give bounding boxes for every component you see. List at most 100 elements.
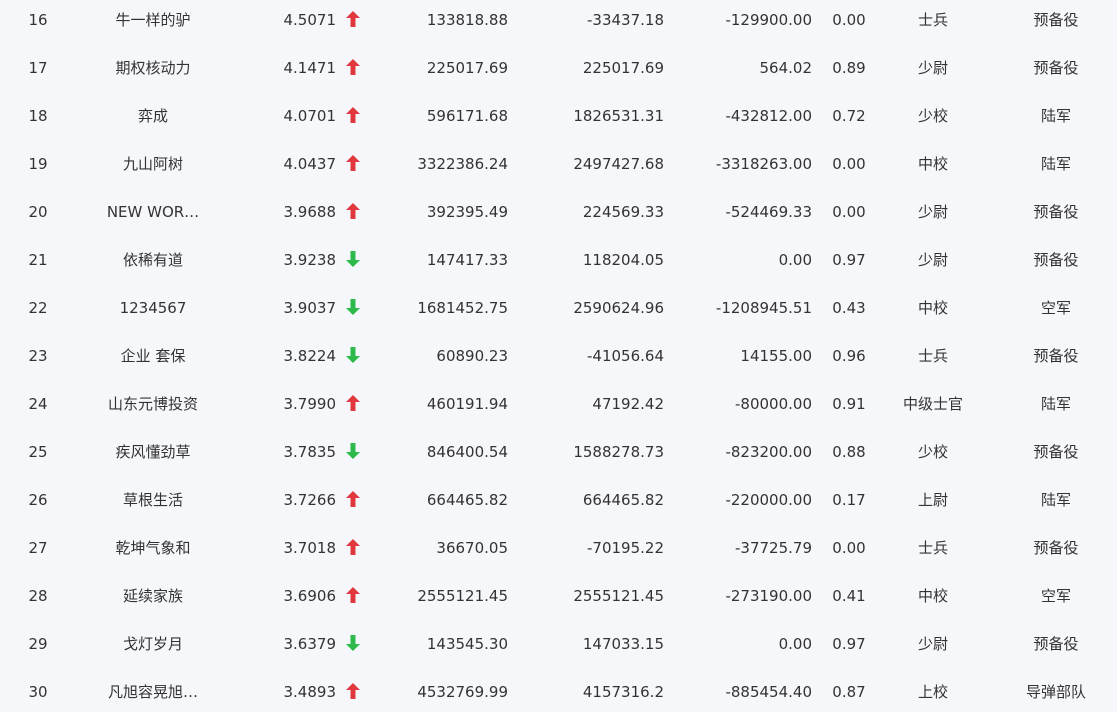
military-rank: 士兵 bbox=[917, 539, 948, 557]
value-2: 664465.82 bbox=[582, 491, 664, 509]
trend-indicator bbox=[342, 144, 364, 192]
ratio-value: 0.00 bbox=[832, 155, 866, 173]
table-row[interactable]: 26 草根生活 3.7266 664465.82 664465.82 -220000.00… bbox=[0, 480, 1117, 528]
rank-cell: 22 bbox=[28, 299, 48, 317]
value-1: 3322386.24 bbox=[417, 155, 508, 173]
branch-name: 预备役 bbox=[1033, 443, 1079, 461]
military-rank: 少尉 bbox=[917, 635, 948, 653]
value-3: 0.00 bbox=[778, 635, 812, 653]
trader-name: 凡旭容晃旭… bbox=[107, 683, 198, 701]
military-rank: 中级士官 bbox=[902, 395, 963, 413]
value-3: -80000.00 bbox=[735, 395, 812, 413]
arrow-down-icon bbox=[346, 634, 360, 651]
table-row[interactable]: 17 期权核动力 4.1471 225017.69 225017.69 564.02 0.8… bbox=[0, 48, 1117, 96]
arrow-up-icon bbox=[346, 202, 360, 219]
value-3: -3318263.00 bbox=[715, 155, 812, 173]
value-2: -70195.22 bbox=[587, 539, 664, 557]
table-row[interactable]: 18 弈成 4.0701 596171.68 1826531.31 -432812.00 0… bbox=[0, 96, 1117, 144]
table-row[interactable]: 23 企业 套保 3.8224 60890.23 -41056.64 14155.00 0.… bbox=[0, 336, 1117, 384]
value-3: -273190.00 bbox=[725, 587, 812, 605]
branch-name: 预备役 bbox=[1033, 11, 1079, 29]
trend-indicator bbox=[342, 672, 364, 712]
rank-cell: 17 bbox=[28, 59, 48, 77]
score-value: 3.7266 bbox=[283, 491, 337, 509]
arrow-down-icon bbox=[346, 298, 360, 315]
rank-cell: 26 bbox=[28, 491, 48, 509]
ratio-value: 0.89 bbox=[832, 59, 866, 77]
arrow-up-icon bbox=[346, 394, 360, 411]
table-row[interactable]: 24 山东元博投资 3.7990 460191.94 47192.42 -80000.00… bbox=[0, 384, 1117, 432]
table-row[interactable]: 19 九山阿树 4.0437 3322386.24 2497427.68 -3318263… bbox=[0, 144, 1117, 192]
ratio-value: 0.87 bbox=[832, 683, 866, 701]
value-1: 2555121.45 bbox=[417, 587, 508, 605]
rank-cell: 16 bbox=[28, 11, 48, 29]
table-row[interactable]: 30 凡旭容晃旭… 3.4893 4532769.99 4157316.2 -885454… bbox=[0, 672, 1117, 712]
table-row[interactable]: 28 延续家族 3.6906 2555121.45 2555121.45 -273190.… bbox=[0, 576, 1117, 624]
military-rank: 中校 bbox=[917, 587, 948, 605]
value-2: -33437.18 bbox=[587, 11, 664, 29]
value-1: 147417.33 bbox=[426, 251, 508, 269]
arrow-down-icon bbox=[346, 442, 360, 459]
trader-name: 疾风懂劲草 bbox=[115, 443, 191, 461]
score-value: 4.0701 bbox=[283, 107, 337, 125]
score-value: 3.9238 bbox=[283, 251, 337, 269]
score-value: 3.9037 bbox=[283, 299, 337, 317]
score-value: 3.6379 bbox=[283, 635, 337, 653]
rank-cell: 23 bbox=[28, 347, 48, 365]
ratio-value: 0.00 bbox=[832, 539, 866, 557]
arrow-up-icon bbox=[346, 538, 360, 555]
rank-cell: 20 bbox=[28, 203, 48, 221]
value-1: 60890.23 bbox=[436, 347, 508, 365]
trader-name: 牛一样的驴 bbox=[115, 11, 191, 29]
trader-name: 1234567 bbox=[119, 299, 187, 317]
table-row[interactable]: 16 牛一样的驴 4.5071 133818.88 -33437.18 -129900.0… bbox=[0, 0, 1117, 48]
trend-indicator bbox=[342, 432, 364, 480]
value-1: 596171.68 bbox=[426, 107, 508, 125]
trader-name: 乾坤气象和 bbox=[115, 539, 191, 557]
trader-name: NEW WOR… bbox=[106, 203, 200, 221]
score-value: 4.1471 bbox=[283, 59, 337, 77]
ratio-value: 0.17 bbox=[832, 491, 866, 509]
rank-cell: 27 bbox=[28, 539, 48, 557]
score-value: 4.0437 bbox=[283, 155, 337, 173]
branch-name: 预备役 bbox=[1033, 203, 1079, 221]
table-row[interactable]: 21 依稀有道 3.9238 147417.33 118204.05 0.00 0.97 少尉… bbox=[0, 240, 1117, 288]
trend-indicator bbox=[342, 336, 364, 384]
trend-indicator bbox=[342, 528, 364, 576]
table-row[interactable]: 22 1234567 3.9037 1681452.75 2590624.96 -1208… bbox=[0, 288, 1117, 336]
branch-name: 陆军 bbox=[1040, 155, 1071, 173]
value-3: -823200.00 bbox=[725, 443, 812, 461]
trader-name: 依稀有道 bbox=[122, 251, 183, 269]
arrow-up-icon bbox=[346, 586, 360, 603]
branch-name: 预备役 bbox=[1033, 59, 1079, 77]
value-2: 147033.15 bbox=[582, 635, 664, 653]
ratio-value: 0.96 bbox=[832, 347, 866, 365]
military-rank: 少尉 bbox=[917, 203, 948, 221]
score-value: 3.7835 bbox=[283, 443, 337, 461]
arrow-up-icon bbox=[346, 490, 360, 507]
value-1: 4532769.99 bbox=[417, 683, 508, 701]
arrow-down-icon bbox=[346, 346, 360, 363]
military-rank: 中校 bbox=[917, 155, 948, 173]
military-rank: 上校 bbox=[917, 683, 948, 701]
rank-cell: 24 bbox=[28, 395, 48, 413]
value-2: 225017.69 bbox=[582, 59, 664, 77]
score-value: 3.7990 bbox=[283, 395, 337, 413]
military-rank: 士兵 bbox=[917, 11, 948, 29]
trader-name: 期权核动力 bbox=[115, 59, 191, 77]
value-1: 1681452.75 bbox=[417, 299, 508, 317]
score-value: 3.9688 bbox=[283, 203, 337, 221]
rank-cell: 29 bbox=[28, 635, 48, 653]
table-row[interactable]: 25 疾风懂劲草 3.7835 846400.54 1588278.73 -823200.… bbox=[0, 432, 1117, 480]
value-2: 224569.33 bbox=[582, 203, 664, 221]
branch-name: 预备役 bbox=[1033, 251, 1079, 269]
trader-name: 九山阿树 bbox=[122, 155, 183, 173]
table-row[interactable]: 29 戈灯岁月 3.6379 143545.30 147033.15 0.00 0.97 少尉… bbox=[0, 624, 1117, 672]
value-3: -885454.40 bbox=[725, 683, 812, 701]
table-row[interactable]: 20 NEW WOR… 3.9688 392395.49 224569.33 -52446… bbox=[0, 192, 1117, 240]
branch-name: 预备役 bbox=[1033, 347, 1079, 365]
value-2: 1588278.73 bbox=[573, 443, 664, 461]
score-value: 3.4893 bbox=[283, 683, 337, 701]
table-row[interactable]: 27 乾坤气象和 3.7018 36670.05 -70195.22 -37725.79 0… bbox=[0, 528, 1117, 576]
branch-name: 导弹部队 bbox=[1025, 683, 1086, 701]
